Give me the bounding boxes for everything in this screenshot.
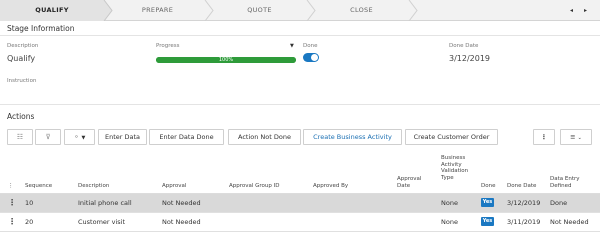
- enter-data-button[interactable]: Enter Data: [98, 129, 147, 145]
- table-row[interactable]: ⋮ 10 Initial phone call Not Needed None …: [0, 194, 600, 212]
- cell-sequence: 10: [25, 199, 34, 207]
- table-row[interactable]: ⋮ 20 Customer visit Not Needed None Yes …: [0, 213, 600, 231]
- col-data-entry-defined[interactable]: Data Entry Defined: [550, 176, 580, 189]
- stage-info-title: Stage Information: [7, 24, 75, 33]
- done-toggle[interactable]: [303, 53, 319, 62]
- toggle-knob: [311, 54, 318, 61]
- next-stage-icon[interactable]: ▸: [584, 0, 587, 21]
- cell-data-entry: Done: [550, 199, 568, 207]
- divider: [0, 35, 600, 36]
- cell-data-entry: Not Needed: [550, 218, 589, 226]
- col-business-activity-validation-type[interactable]: Business Activity Validation Type: [441, 155, 468, 181]
- list-icon: ☷: [16, 133, 24, 141]
- col-approved-by[interactable]: Approved By: [313, 183, 348, 190]
- kebab-icon: ⋮: [540, 133, 548, 141]
- progress-text: 100%: [218, 57, 234, 63]
- cell-done-badge: Yes: [481, 198, 494, 207]
- list-view-button[interactable]: ☷: [7, 129, 33, 145]
- done-label: Done: [303, 43, 318, 49]
- prev-stage-icon[interactable]: ◂: [570, 0, 573, 21]
- cell-validation-type: None: [441, 218, 458, 226]
- action-not-done-button[interactable]: Action Not Done: [228, 129, 301, 145]
- cell-sequence: 20: [25, 218, 34, 226]
- cell-done-date: 3/12/2019: [507, 199, 541, 207]
- filter-button[interactable]: ⊽: [35, 129, 61, 145]
- group-icon: ⚬: [73, 133, 80, 141]
- chevron-down-icon: ▼: [81, 135, 86, 141]
- progress-dropdown-icon[interactable]: ▼: [290, 43, 294, 49]
- col-done[interactable]: Done: [481, 183, 495, 190]
- description-label: Description: [7, 43, 39, 49]
- col-bav-line4: Type: [441, 174, 454, 181]
- create-business-activity-button[interactable]: Create Business Activity: [303, 129, 402, 145]
- col-bav-line3: Validation: [441, 168, 469, 174]
- cell-description: Initial phone call: [78, 199, 132, 207]
- cell-approval: Not Needed: [162, 218, 201, 226]
- chevron-down-icon: ⌄: [577, 135, 582, 141]
- cell-description: Customer visit: [78, 218, 126, 226]
- done-date-label: Done Date: [449, 43, 479, 49]
- cell-approval: Not Needed: [162, 199, 201, 207]
- stage-qualify-label: QUALIFY: [35, 6, 69, 14]
- stage-bar: QUALIFY PREPARE QUOTE CLOSE QUALIFY ◂ ▸: [0, 0, 600, 21]
- divider: [0, 104, 600, 105]
- cell-done-badge: Yes: [481, 217, 494, 226]
- cell-validation-type: None: [441, 199, 458, 207]
- col-approval-date-line2: Date: [397, 182, 411, 189]
- col-approval-date-line1: Approval: [397, 176, 422, 182]
- actions-menu-button[interactable]: ⚬ ▼: [64, 129, 95, 145]
- col-ded-line1: Data Entry: [550, 176, 580, 182]
- col-approval[interactable]: Approval: [162, 183, 186, 190]
- col-ded-line2: Defined: [550, 182, 572, 189]
- filter-icon: ⊽: [45, 133, 51, 141]
- row-menu-icon[interactable]: ⋮: [8, 194, 16, 212]
- create-customer-order-button[interactable]: Create Customer Order: [405, 129, 498, 145]
- row-menu-header-icon: ⋮: [8, 183, 14, 189]
- col-done-date[interactable]: Done Date: [507, 183, 536, 190]
- col-sequence[interactable]: Sequence: [25, 183, 52, 190]
- row-menu-icon[interactable]: ⋮: [8, 213, 16, 231]
- more-options-button[interactable]: ⋮: [533, 129, 555, 145]
- actions-title: Actions: [7, 112, 35, 121]
- col-description[interactable]: Description: [78, 183, 109, 190]
- menu-icon: ≡: [570, 133, 576, 141]
- progress-bar: 100%: [156, 57, 296, 63]
- view-options-button[interactable]: ≡ ⌄: [560, 129, 592, 145]
- col-bav-line1: Business: [441, 155, 466, 161]
- col-approval-date[interactable]: Approval Date: [397, 176, 421, 189]
- enter-data-done-button[interactable]: Enter Data Done: [149, 129, 224, 145]
- instruction-label: Instruction: [7, 78, 37, 84]
- divider: [0, 231, 600, 232]
- cell-done-date: 3/11/2019: [507, 218, 541, 226]
- description-value: Qualify: [7, 54, 36, 63]
- progress-label: Progress: [156, 43, 180, 49]
- done-date-value: 3/12/2019: [449, 54, 491, 63]
- col-approval-group-id[interactable]: Approval Group ID: [229, 183, 280, 190]
